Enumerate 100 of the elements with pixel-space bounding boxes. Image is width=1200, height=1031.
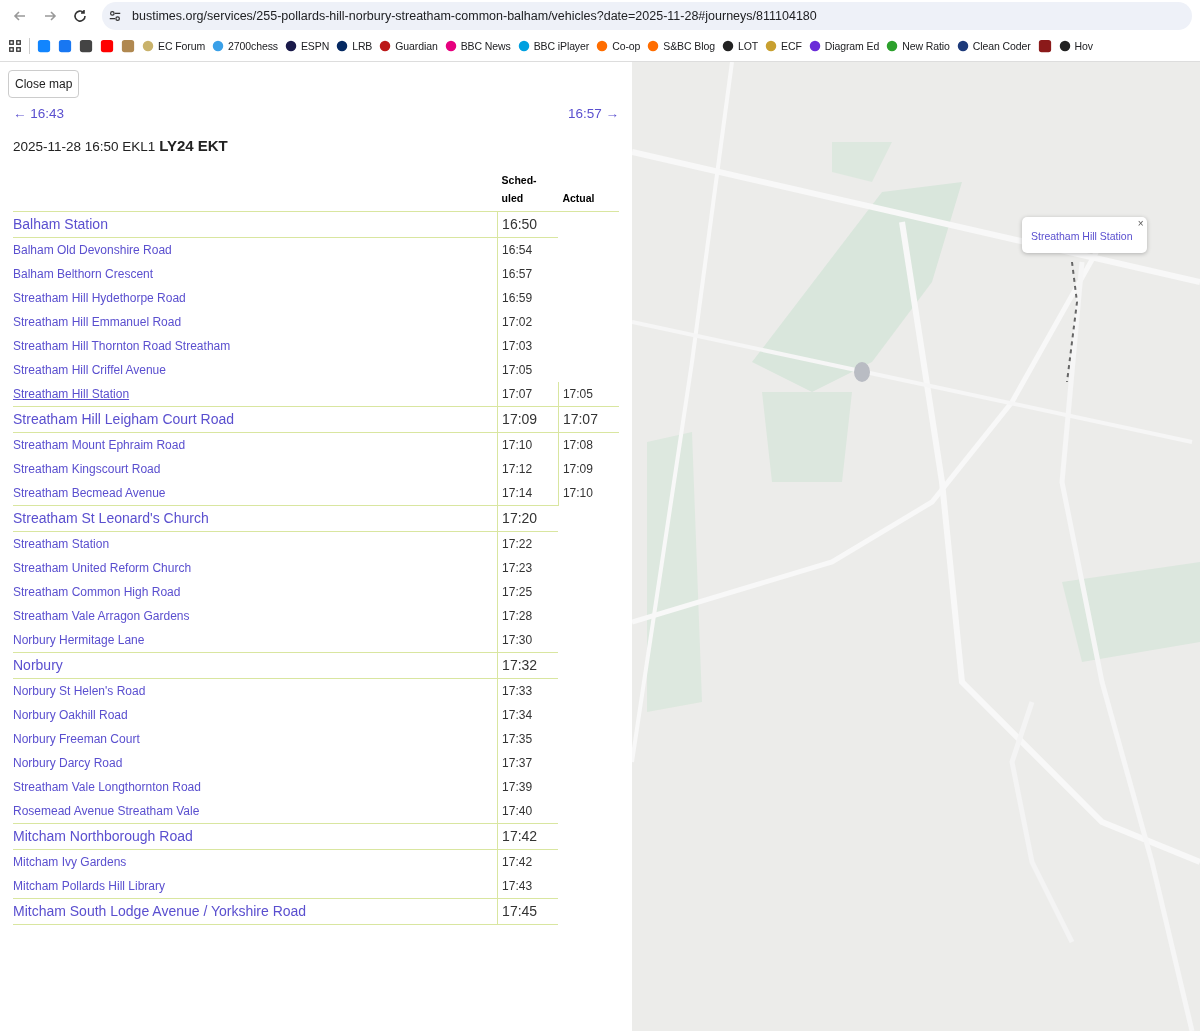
close-button[interactable]: ×: [1137, 218, 1144, 229]
bookmark-link[interactable]: 2700chess: [212, 40, 278, 52]
scheduled-time: 17:39: [502, 779, 533, 794]
scheduled-time: 17:42: [502, 828, 538, 845]
bookmark-icon[interactable]: [79, 39, 93, 53]
bookmark-link[interactable]: LRB: [336, 40, 373, 52]
favicon-icon: [444, 40, 457, 52]
journey-heading: 2025-11-28 16:50 EKL1 LY24 EKT: [13, 137, 229, 154]
stop-link[interactable]: Streatham Kingscourt Road: [13, 461, 161, 476]
bookmark-link[interactable]: ECF: [765, 40, 802, 52]
stop-link[interactable]: Streatham Common High Road: [13, 584, 181, 599]
site-info-icon: [108, 9, 122, 23]
apps-icon[interactable]: [8, 39, 22, 53]
stop-link[interactable]: Streatham Hill Leigham Court Road: [13, 411, 234, 428]
scheduled-time: 17:28: [502, 608, 533, 623]
stop-link[interactable]: Rosemead Avenue Streatham Vale: [13, 803, 200, 818]
favicon-icon: [212, 40, 225, 52]
actual-time: 17:08: [562, 437, 593, 452]
bookmark-link[interactable]: S&BC Blog: [647, 40, 715, 52]
stop-link[interactable]: Norbury Oakhill Road: [13, 707, 128, 722]
stop-link[interactable]: Norbury: [13, 657, 63, 674]
stop-link[interactable]: Streatham Becmead Avenue: [13, 485, 166, 500]
bookmark-link[interactable]: Diagram Ed: [808, 40, 880, 52]
favicon-icon: [142, 40, 154, 52]
favicon-icon: [284, 40, 297, 52]
bookmark-link[interactable]: Guardian: [379, 40, 438, 52]
stop-link[interactable]: Streatham Vale Arragon Gardens: [13, 608, 190, 623]
scheduled-time: 17:34: [502, 707, 533, 722]
address-bar[interactable]: bustimes.org/services/255-pollards-hill-norbury-streatham-common-balham/vehicles?date=2025-11-28#journeys/811104180: [102, 2, 1192, 30]
stop-link[interactable]: Streatham Hill Hydethorpe Road: [13, 290, 186, 305]
stop-link[interactable]: Balham Station: [13, 216, 108, 233]
stop-link[interactable]: Mitcham South Lodge Avenue / Yorkshire Road: [13, 903, 307, 920]
scheduled-time: 17:40: [502, 803, 533, 818]
stop-link[interactable]: Norbury Hermitage Lane: [13, 632, 145, 647]
stop-link[interactable]: Streatham Hill Station: [13, 386, 130, 401]
stop-link[interactable]: Mitcham Northborough Road: [13, 828, 193, 845]
bookmark-link[interactable]: Hov: [1058, 40, 1093, 52]
actual-time: 17:10: [562, 485, 593, 500]
scheduled-time: 17:09: [502, 411, 538, 428]
scheduled-time: 16:57: [502, 266, 533, 281]
stop-link[interactable]: Streatham Hill Criffel Avenue: [13, 362, 166, 377]
stop-link[interactable]: Norbury St Helen's Road: [13, 683, 146, 698]
scheduled-time: 16:59: [502, 290, 533, 305]
stop-link[interactable]: Streatham Vale Longthornton Road: [13, 779, 201, 794]
scheduled-time: 17:32: [502, 657, 538, 674]
bookmark-link[interactable]: LOT: [721, 40, 759, 52]
favicon-icon: [596, 40, 609, 52]
bookmark-link[interactable]: Co-op: [596, 40, 641, 52]
stop-link[interactable]: Norbury Darcy Road: [13, 755, 123, 770]
stop-link[interactable]: Streatham Hill Emmanuel Road: [13, 314, 182, 329]
scheduled-time: 17:03: [502, 338, 533, 353]
scheduled-time: 17:25: [502, 584, 533, 599]
favicon-icon: [336, 40, 349, 52]
next-journey-link[interactable]: 16:57 →: [567, 106, 619, 121]
favicon-icon: [721, 40, 734, 52]
stop-link[interactable]: Mitcham Pollards Hill Library: [13, 878, 166, 893]
scheduled-time: 17:02: [502, 314, 533, 329]
stop-link[interactable]: Norbury Freeman Court: [13, 731, 140, 746]
favicon-icon: [808, 40, 821, 52]
bookmark-icon[interactable]: [58, 39, 72, 53]
column-header: Actual: [562, 190, 596, 206]
stop-link[interactable]: Streatham St Leonard's Church: [13, 510, 209, 527]
scheduled-time: 17:42: [502, 854, 533, 869]
scheduled-time: 17:14: [502, 485, 533, 500]
stop-link[interactable]: Streatham Hill Thornton Road Streatham: [13, 338, 231, 353]
column-header: Sched-uled: [501, 173, 538, 206]
stop-link[interactable]: Balham Old Devonshire Road: [13, 242, 172, 257]
actual-time: 17:07: [562, 411, 598, 428]
scheduled-time: 17:07: [502, 386, 533, 401]
favicon-icon: [1058, 40, 1071, 52]
favicon-icon: [647, 40, 660, 52]
favicon-icon: [517, 40, 530, 52]
favicon-icon: [379, 40, 392, 52]
stop-link[interactable]: Streatham Hill Station: [1031, 230, 1133, 242]
favicon-icon: [956, 40, 969, 52]
stop-link[interactable]: Streatham Station: [13, 536, 110, 551]
close-map-button[interactable]: Close map: [8, 70, 80, 98]
bookmark-link[interactable]: ESPN: [284, 40, 330, 52]
scheduled-time: 17:30: [502, 632, 533, 647]
scheduled-time: 17:23: [502, 560, 533, 575]
actual-time: 17:09: [562, 461, 593, 476]
stop-link[interactable]: Streatham Mount Ephraim Road: [13, 437, 186, 452]
bookmark-link[interactable]: EC Forum: [142, 40, 206, 52]
stop-link[interactable]: Mitcham Ivy Gardens: [13, 854, 127, 869]
bookmark-link[interactable]: Clean Coder: [956, 40, 1031, 52]
stop-link[interactable]: Balham Belthorn Crescent: [13, 266, 154, 281]
scheduled-time: 17:43: [502, 878, 533, 893]
stop-link[interactable]: Streatham United Reform Church: [13, 560, 192, 575]
scheduled-time: 17:12: [502, 461, 533, 476]
bookmark-link[interactable]: BBC News: [444, 40, 511, 52]
scheduled-time: 17:33: [502, 683, 533, 698]
bookmark-link[interactable]: BBC iPlayer: [517, 40, 590, 52]
scheduled-time: 16:50: [502, 216, 538, 233]
previous-journey-link[interactable]: ← 16:43: [13, 106, 65, 121]
bookmark-icon[interactable]: [1037, 39, 1052, 53]
reload-icon[interactable]: [72, 8, 88, 24]
scheduled-time: 17:05: [502, 362, 533, 377]
favicon-icon: [765, 40, 778, 52]
scheduled-time: 17:35: [502, 731, 533, 746]
bookmark-link[interactable]: New Ratio: [886, 40, 950, 52]
